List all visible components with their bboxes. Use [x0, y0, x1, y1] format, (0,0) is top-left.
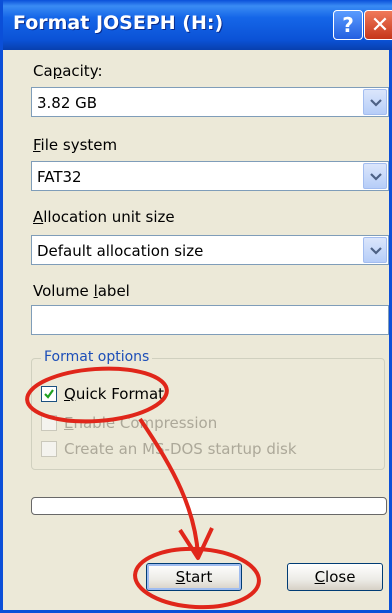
msdos-startup-checkbox [41, 441, 57, 457]
window-title: Format JOSEPH (H:) [13, 12, 224, 34]
title-bar[interactable]: Format JOSEPH (H:) ? ✕ [3, 0, 392, 50]
capacity-select[interactable]: 3.82 GB [31, 87, 389, 117]
format-dialog: Format JOSEPH (H:) ? ✕ Capacity: 3.82 GB… [0, 0, 392, 613]
volume-label: Volume label [33, 282, 130, 300]
file-system-select[interactable]: FAT32 [31, 161, 389, 191]
format-progress-bar [31, 497, 387, 515]
start-button[interactable]: Start [146, 563, 242, 591]
checkmark-icon [44, 389, 54, 399]
allocation-dropdown-button[interactable] [363, 237, 387, 263]
close-icon: ✕ [370, 12, 390, 38]
dropdown-arrow-icon [370, 99, 382, 107]
file-system-dropdown-button[interactable] [363, 163, 387, 189]
quick-format-label[interactable]: Quick Format [64, 385, 164, 403]
allocation-label: Allocation unit size [33, 208, 175, 226]
file-system-label: File system [33, 136, 118, 154]
dropdown-arrow-icon [370, 173, 382, 181]
capacity-value: 3.82 GB [37, 94, 98, 112]
compression-label: Enable Compression [64, 414, 218, 432]
quick-format-checkbox[interactable] [41, 386, 57, 402]
volume-label-input[interactable] [31, 305, 389, 335]
help-button[interactable]: ? [333, 10, 363, 40]
file-system-value: FAT32 [37, 168, 82, 186]
help-icon: ? [342, 13, 354, 37]
compression-checkbox [41, 415, 57, 431]
close-button[interactable]: Close [287, 563, 383, 591]
capacity-label: Capacity: [33, 62, 103, 80]
format-options-legend: Format options [41, 349, 153, 365]
dropdown-arrow-icon [370, 247, 382, 255]
allocation-value: Default allocation size [37, 242, 204, 260]
close-window-button[interactable]: ✕ [364, 10, 392, 40]
msdos-startup-label: Create an MS-DOS startup disk [64, 440, 297, 458]
allocation-select[interactable]: Default allocation size [31, 235, 389, 265]
capacity-dropdown-button[interactable] [363, 89, 387, 115]
